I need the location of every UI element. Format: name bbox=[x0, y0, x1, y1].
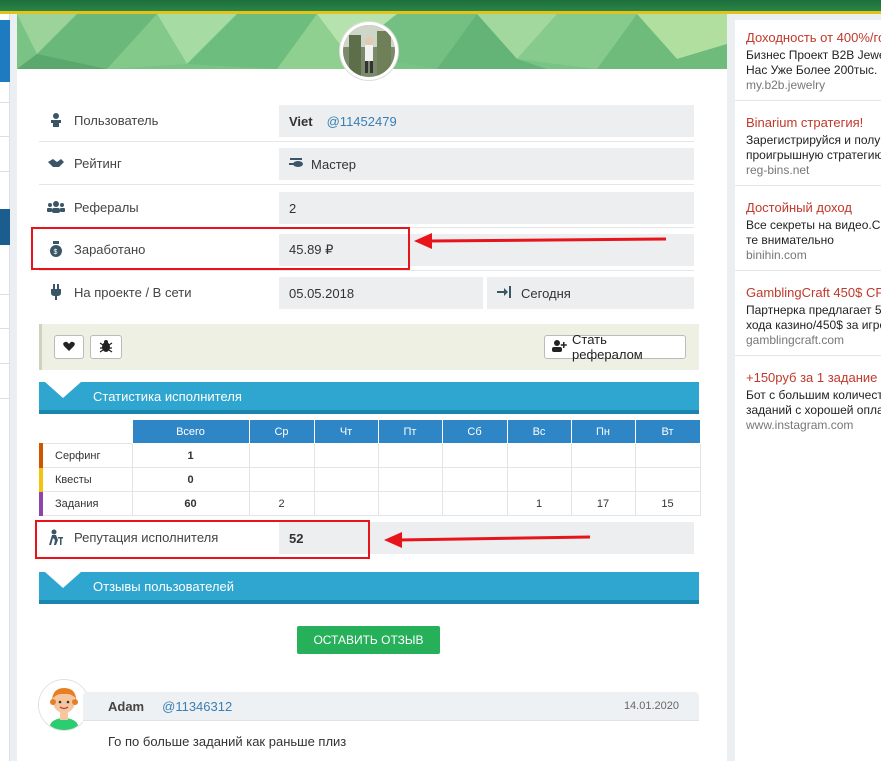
review-date: 14.01.2020 bbox=[623, 700, 679, 712]
table-row: Задания 60 2 1 17 15 bbox=[39, 491, 701, 516]
left-sidebar bbox=[0, 14, 10, 761]
ad-item[interactable]: Достойный доход Все секреты на видео.Смо… bbox=[735, 200, 881, 263]
reviewer-id-link[interactable]: @11346312 bbox=[162, 699, 232, 714]
col-header: Чт bbox=[313, 419, 379, 444]
rating-value: Мастер bbox=[279, 148, 694, 180]
sidebar-active-item[interactable] bbox=[0, 20, 10, 82]
col-header: Пн bbox=[570, 419, 636, 444]
col-header: Вс bbox=[506, 419, 572, 444]
arrow-left-icon bbox=[384, 532, 591, 548]
review-card: Adam @11346312 14.01.2020 Го по больше з… bbox=[83, 692, 699, 761]
heart-icon bbox=[63, 340, 75, 355]
sidebar-item[interactable] bbox=[0, 209, 10, 245]
col-header: Пт bbox=[377, 419, 443, 444]
handshake-icon bbox=[45, 157, 67, 169]
referrals-row: Рефералы 2 bbox=[39, 188, 694, 226]
reputation-highlight-box bbox=[35, 520, 370, 559]
rating-row: Рейтинг Мастер bbox=[39, 144, 694, 182]
review-text: Го по больше заданий как раньше плиз bbox=[83, 720, 699, 761]
plug-icon bbox=[45, 284, 67, 300]
bug-icon bbox=[98, 339, 114, 356]
ads-sidebar: Доходность от 400%/го Бизнес Проект B2B … bbox=[735, 20, 881, 761]
user-label: Пользователь bbox=[74, 112, 159, 128]
col-header: Вт bbox=[634, 419, 701, 444]
leave-review-button[interactable]: ОСТАВИТЬ ОТЗЫВ bbox=[297, 626, 440, 654]
rating-label: Рейтинг bbox=[74, 155, 122, 171]
add-user-icon bbox=[551, 339, 567, 355]
reviewer-name[interactable]: Adam bbox=[108, 699, 144, 714]
like-button[interactable] bbox=[54, 335, 84, 359]
table-row: Квесты 0 bbox=[39, 467, 701, 492]
online-label: На проекте / В сети bbox=[74, 284, 192, 300]
stats-table: Всего Ср Чт Пт Сб Вс Пн Вт Серфинг 1 Кве… bbox=[39, 419, 701, 516]
chevron-down-icon bbox=[45, 382, 81, 398]
become-referral-button[interactable]: Стать рефералом bbox=[544, 332, 686, 362]
arrow-left-icon bbox=[414, 233, 667, 249]
bug-button[interactable] bbox=[90, 335, 122, 359]
col-header: Ср bbox=[248, 419, 315, 444]
table-row: Серфинг 1 bbox=[39, 443, 701, 468]
helicopter-icon bbox=[289, 157, 305, 172]
ad-item[interactable]: +150руб за 1 задание Бот с большим колич… bbox=[735, 370, 881, 433]
online-row: На проекте / В сети 05.05.2018 Сегодня bbox=[39, 273, 694, 311]
chevron-down-icon bbox=[45, 572, 81, 588]
col-header: Сб bbox=[441, 419, 508, 444]
user-row: Пользователь Viet @11452479 bbox=[39, 101, 694, 139]
user-id-link[interactable]: @11452479 bbox=[327, 114, 397, 129]
ad-item[interactable]: Binarium стратегия! Зарегистрируйся и по… bbox=[735, 115, 881, 178]
stats-section-header: Статистика исполнителя bbox=[39, 382, 699, 414]
referrals-value: 2 bbox=[279, 192, 694, 224]
reviews-section-header: Отзывы пользователей bbox=[39, 572, 699, 604]
user-avatar[interactable] bbox=[340, 22, 398, 80]
referrals-label: Рефералы bbox=[74, 199, 139, 215]
top-bar bbox=[0, 0, 881, 14]
user-name: Viet bbox=[289, 113, 313, 129]
ad-item[interactable]: Доходность от 400%/го Бизнес Проект B2B … bbox=[735, 30, 881, 93]
earned-highlight-box bbox=[31, 227, 410, 270]
reviewer-avatar[interactable] bbox=[39, 680, 89, 730]
ad-item[interactable]: GamblingCraft 450$ CPA Партнерка предлаг… bbox=[735, 285, 881, 348]
users-icon bbox=[45, 200, 67, 214]
joined-date: 05.05.2018 bbox=[279, 277, 483, 309]
profile-actions: Стать рефералом bbox=[39, 324, 699, 370]
sign-in-icon bbox=[497, 285, 511, 301]
last-seen: Сегодня bbox=[487, 277, 694, 309]
profile-panel: Пользователь Viet @11452479 Рейтинг Маст… bbox=[17, 14, 727, 761]
user-value: Viet @11452479 bbox=[279, 105, 694, 137]
col-header: Всего bbox=[131, 419, 250, 444]
user-icon bbox=[45, 112, 67, 128]
